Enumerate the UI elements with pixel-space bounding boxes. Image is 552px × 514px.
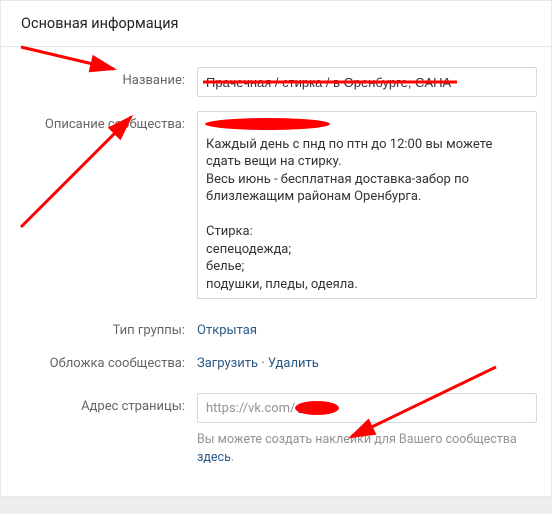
row-name: Название:	[15, 67, 537, 97]
label-address: Адрес страницы:	[15, 393, 197, 414]
basic-info-panel: Основная информация Название: Описание с…	[0, 0, 552, 497]
row-cover: Обложка сообщества: Загрузить · Удалить	[15, 350, 537, 371]
panel-header: Основная информация	[1, 1, 551, 47]
url-prefix: https://vk.com/	[206, 401, 295, 416]
row-description: Описание сообщества: Каждый день с пнд п…	[15, 111, 537, 303]
label-name: Название:	[15, 67, 197, 88]
description-textarea[interactable]: Каждый день с пнд по птн до 12:00 вы мож…	[197, 111, 537, 299]
group-type-value[interactable]: Открытая	[197, 317, 537, 338]
address-hint: Вы можете создать наклейки для Вашего со…	[197, 431, 537, 466]
url-field[interactable]: https://vk.com/	[197, 393, 537, 423]
label-group-type: Тип группы:	[15, 317, 197, 338]
row-address: Адрес страницы: https://vk.com/ Вы может…	[15, 393, 537, 466]
name-input[interactable]	[197, 67, 537, 97]
cover-upload-link[interactable]: Загрузить	[197, 356, 258, 371]
hint-link[interactable]: здесь	[197, 450, 231, 465]
cover-delete-link[interactable]: Удалить	[268, 356, 319, 371]
cover-separator: ·	[258, 356, 268, 371]
form-area: Название: Описание сообщества: Каждый де…	[1, 47, 551, 496]
label-cover: Обложка сообщества:	[15, 350, 197, 371]
url-input[interactable]	[295, 401, 528, 416]
label-description: Описание сообщества:	[15, 111, 197, 132]
row-group-type: Тип группы: Открытая	[15, 317, 537, 338]
hint-text: Вы можете создать наклейки для Вашего со…	[197, 432, 517, 447]
